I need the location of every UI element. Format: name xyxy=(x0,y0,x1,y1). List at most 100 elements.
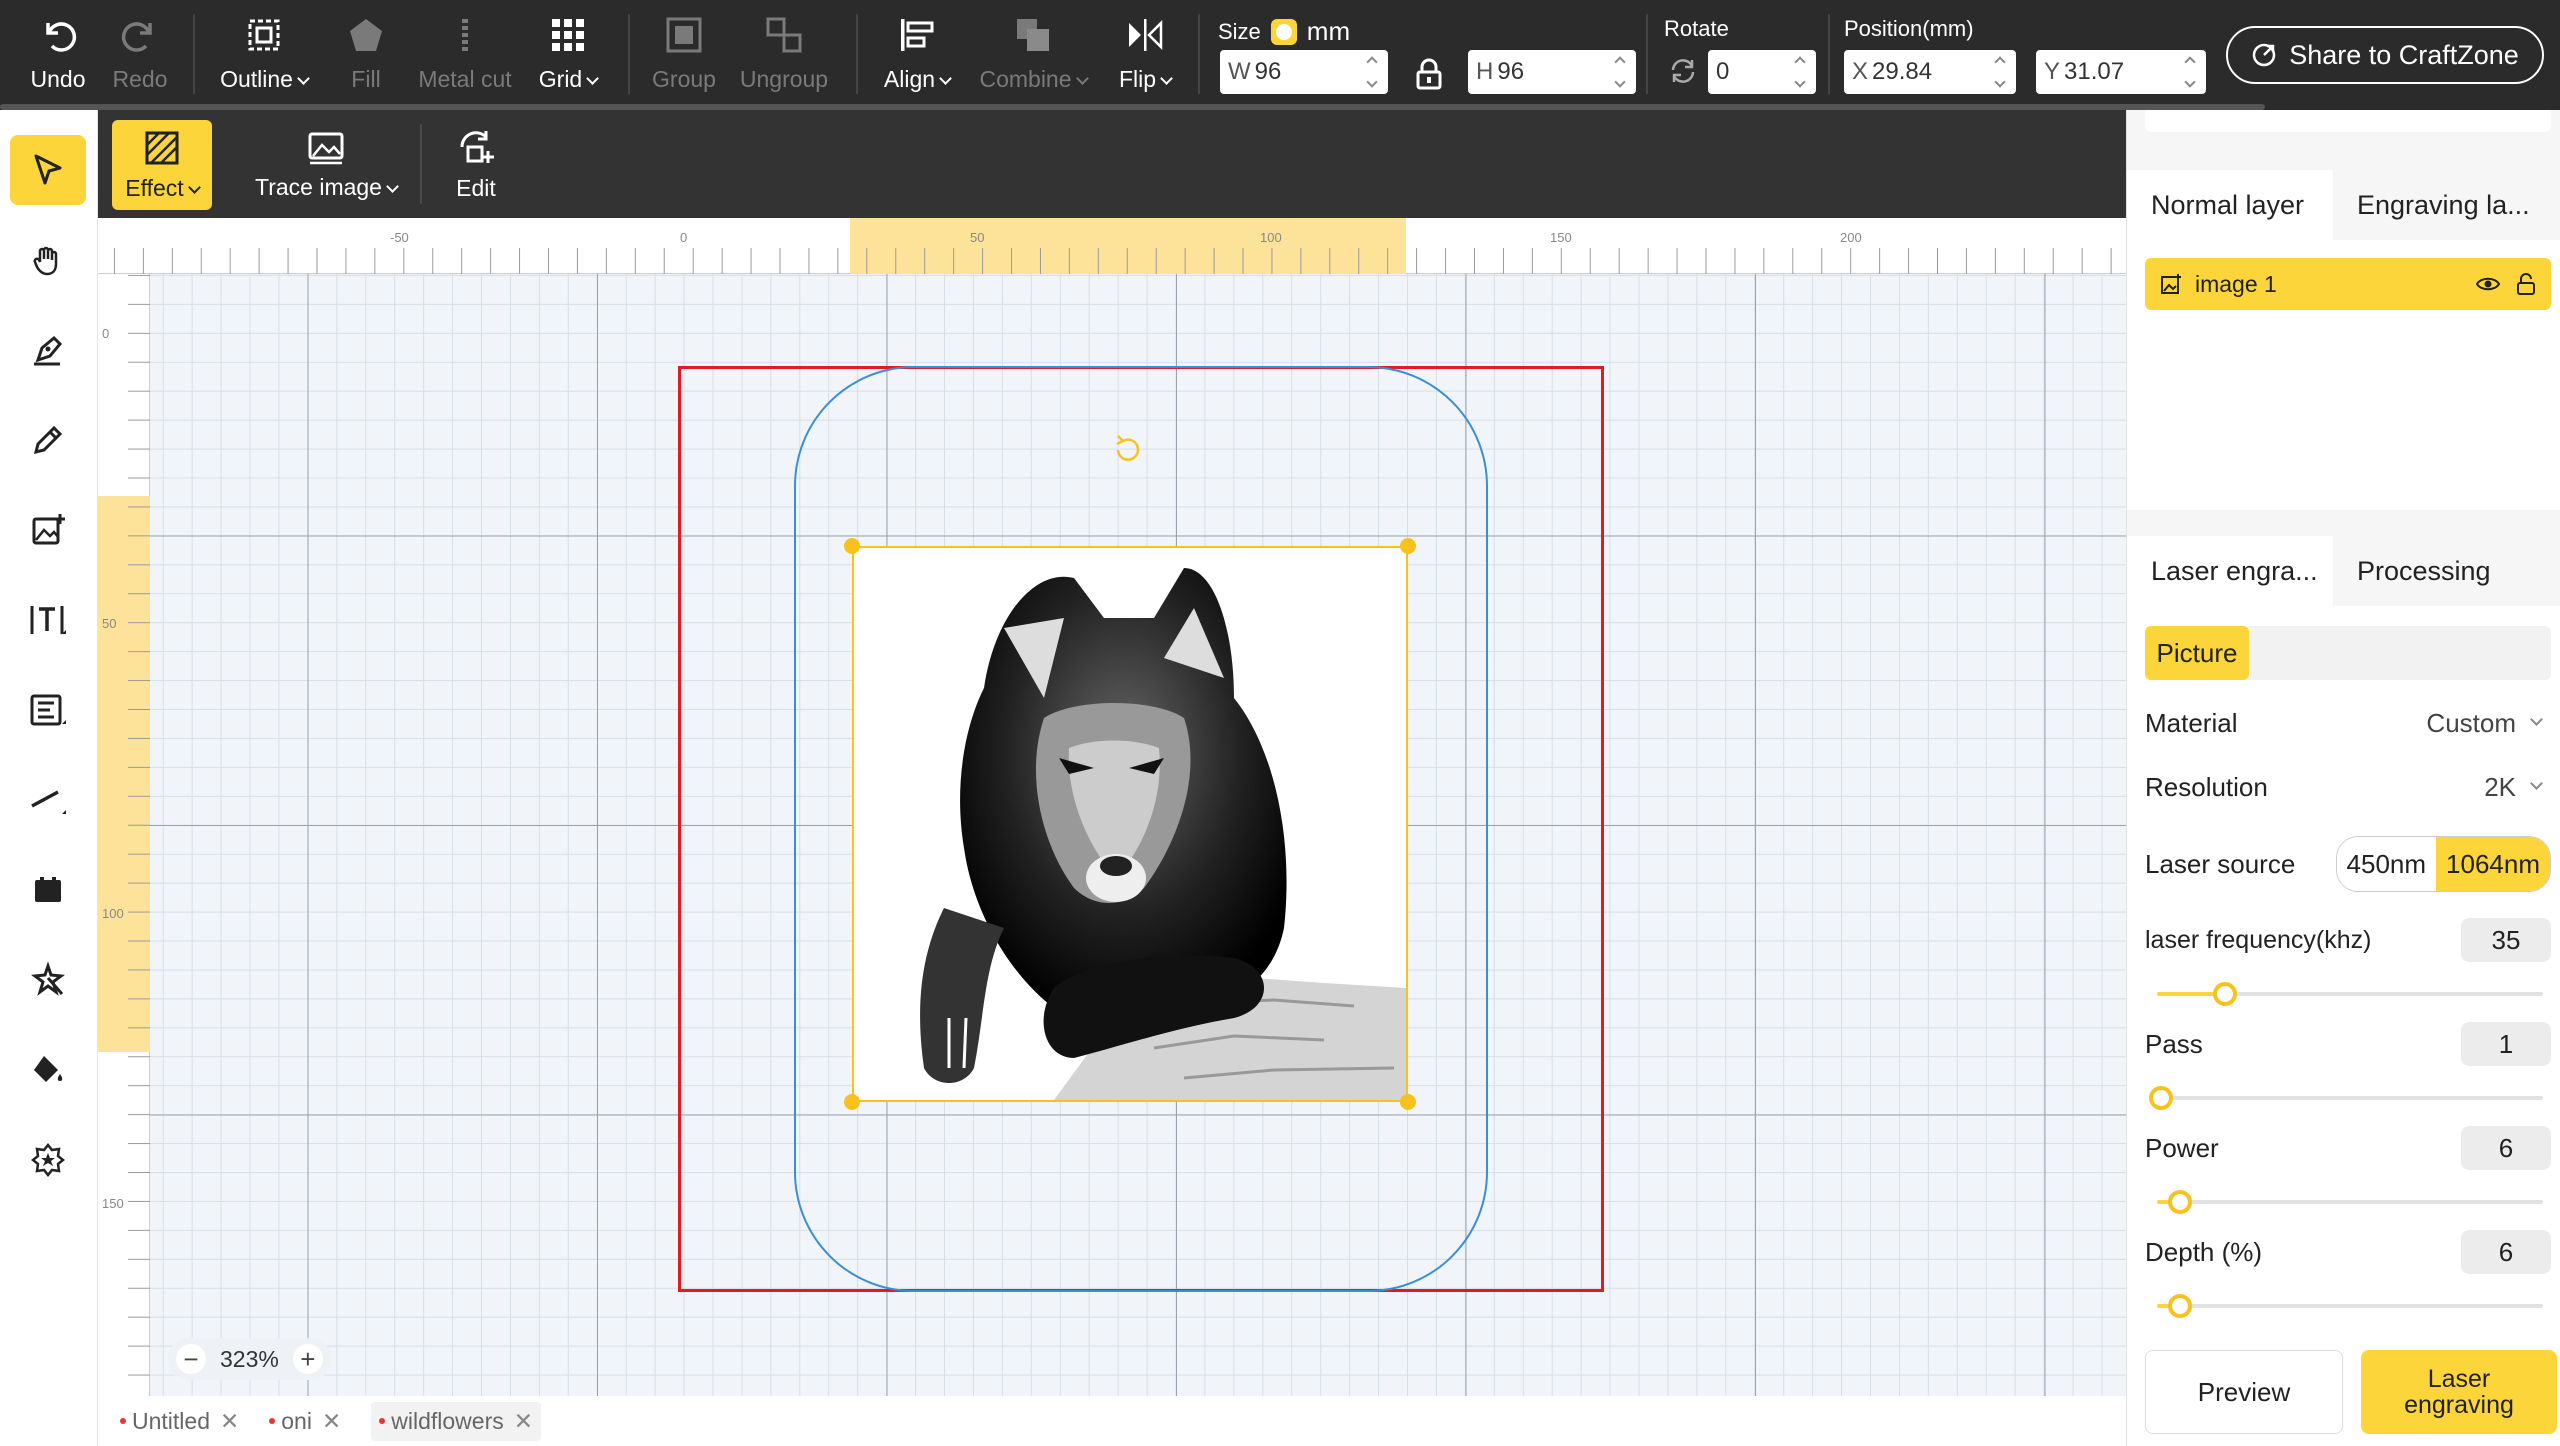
sparkle-wand-icon xyxy=(31,962,65,996)
right-panel-header xyxy=(2145,110,2551,132)
tab-processing[interactable]: Processing xyxy=(2333,536,2560,606)
material-library-tool[interactable] xyxy=(10,855,86,925)
ruler-tick-label: -50 xyxy=(390,230,409,245)
edit-transform-icon xyxy=(460,130,494,163)
pan-tool[interactable] xyxy=(10,225,86,295)
effect-button[interactable]: Effect xyxy=(112,120,212,210)
text-tool[interactable] xyxy=(10,585,86,655)
edit-button[interactable]: Edit xyxy=(436,120,516,210)
slider-knob[interactable] xyxy=(2168,1294,2193,1318)
doc-tab-wildflowers[interactable]: wildflowers ✕ xyxy=(371,1401,542,1441)
depth-slider[interactable] xyxy=(2157,1294,2543,1318)
tab-engraving-layer[interactable]: Engraving la... xyxy=(2333,170,2560,240)
align-button[interactable]: Align xyxy=(876,12,958,100)
share-icon xyxy=(2252,43,2276,67)
vertical-ruler: 0 50 100 150 xyxy=(98,274,150,1396)
redo-icon xyxy=(120,12,160,58)
resolution-select[interactable]: 2K xyxy=(2484,772,2551,803)
close-icon[interactable]: ✕ xyxy=(514,1408,533,1435)
rotate-stepper[interactable] xyxy=(1790,54,1810,90)
depth-input[interactable]: 6 xyxy=(2461,1230,2551,1274)
frequency-slider[interactable] xyxy=(2157,982,2543,1006)
qr-code-tool[interactable] xyxy=(10,675,86,745)
line-icon xyxy=(31,790,66,814)
add-image-tool[interactable] xyxy=(10,495,86,565)
height-stepper[interactable] xyxy=(1610,54,1630,90)
group-icon xyxy=(664,12,704,58)
power-slider[interactable] xyxy=(2157,1190,2543,1214)
tab-normal-layer[interactable]: Normal layer xyxy=(2127,170,2333,240)
frequency-input[interactable]: 35 xyxy=(2461,918,2551,962)
flip-button[interactable]: Flip xyxy=(1114,12,1176,100)
combine-button[interactable]: Combine xyxy=(974,12,1092,100)
metal-cut-icon xyxy=(445,12,485,58)
chevron-down-icon xyxy=(586,72,600,85)
mode-bar: Picture xyxy=(2145,626,2551,680)
laser-engraving-button[interactable]: Laser engraving xyxy=(2361,1350,2557,1434)
layer-item-image-1[interactable]: image 1 xyxy=(2145,258,2551,310)
pass-input[interactable]: 1 xyxy=(2461,1022,2551,1066)
paint-bucket-tool[interactable] xyxy=(10,1035,86,1105)
zoom-in-button[interactable]: + xyxy=(292,1344,323,1374)
doc-tab-oni[interactable]: oni ✕ xyxy=(269,1408,341,1435)
pencil-tool[interactable] xyxy=(10,405,86,475)
slider-knob[interactable] xyxy=(2212,982,2237,1006)
slider-knob[interactable] xyxy=(2168,1190,2193,1214)
select-tool[interactable] xyxy=(10,135,86,205)
resize-handle[interactable] xyxy=(1400,1094,1416,1110)
chevron-down-icon xyxy=(2530,776,2543,790)
laser-source-450nm[interactable]: 450nm xyxy=(2336,837,2437,891)
group-button[interactable]: Group xyxy=(646,12,722,100)
position-x-stepper[interactable] xyxy=(1990,54,2010,90)
toolbar-divider xyxy=(1828,14,1830,94)
laser-source-1064nm[interactable]: 1064nm xyxy=(2436,837,2550,891)
zoom-out-button[interactable]: − xyxy=(176,1344,206,1374)
position-x-input[interactable]: X 29.84 xyxy=(1844,50,2016,94)
material-select[interactable]: Custom xyxy=(2426,708,2551,739)
doc-tab-untitled[interactable]: Untitled ✕ xyxy=(120,1408,239,1435)
resize-handle[interactable] xyxy=(844,1094,860,1110)
grid-button[interactable]: Grid xyxy=(532,12,604,100)
canvas-grid[interactable] xyxy=(150,274,2126,1396)
slider-knob[interactable] xyxy=(2148,1086,2173,1110)
chevron-down-icon xyxy=(1366,76,1378,88)
layer-tabs: Normal layer Engraving la... xyxy=(2127,170,2560,240)
close-icon[interactable]: ✕ xyxy=(220,1408,239,1435)
unlock-icon[interactable] xyxy=(2515,272,2537,296)
trace-image-button[interactable]: Trace image xyxy=(246,120,406,210)
line-tool[interactable] xyxy=(10,765,86,835)
width-stepper[interactable] xyxy=(1362,54,1382,90)
selected-image-box[interactable] xyxy=(852,546,1408,1102)
close-icon[interactable]: ✕ xyxy=(322,1408,341,1435)
preview-button[interactable]: Preview xyxy=(2145,1350,2343,1434)
outline-button[interactable]: Outline xyxy=(212,12,316,100)
height-input[interactable]: H 96 xyxy=(1468,50,1636,94)
metal-cut-button[interactable]: Metal cut xyxy=(412,12,518,100)
design-canvas[interactable]: -50 0 50 100 150 200 0 50 100 150 − 323%… xyxy=(98,218,2126,1396)
pass-slider[interactable] xyxy=(2148,1086,2543,1110)
ai-create-tool[interactable] xyxy=(10,1125,86,1195)
position-y-stepper[interactable] xyxy=(2180,54,2200,90)
rotate-handle[interactable] xyxy=(1110,432,1146,473)
lock-aspect-button[interactable] xyxy=(1414,58,1444,95)
laser-source-row: Laser source 450nm 1064nm xyxy=(2145,834,2551,894)
toolbar-divider xyxy=(1198,14,1200,94)
resize-handle[interactable] xyxy=(844,538,860,554)
redo-button[interactable]: Redo xyxy=(100,12,180,100)
mode-picture-button[interactable]: Picture xyxy=(2145,626,2249,680)
power-input[interactable]: 6 xyxy=(2461,1126,2551,1170)
share-to-craftzone-button[interactable]: Share to CraftZone xyxy=(2226,26,2544,84)
fill-button[interactable]: Fill xyxy=(336,12,396,100)
resize-handle[interactable] xyxy=(1400,538,1416,554)
undo-button[interactable]: Undo xyxy=(16,12,100,100)
pen-tool[interactable] xyxy=(10,315,86,385)
text-icon xyxy=(30,606,66,634)
tab-laser-engraving[interactable]: Laser engra... xyxy=(2127,536,2333,606)
position-y-input[interactable]: Y 31.07 xyxy=(2036,50,2206,94)
width-input[interactable]: W 96 xyxy=(1220,50,1388,94)
eye-icon[interactable] xyxy=(2475,274,2501,294)
magic-tool[interactable] xyxy=(10,945,86,1015)
unit-toggle[interactable] xyxy=(1270,18,1297,45)
rotate-input[interactable]: 0 xyxy=(1708,50,1816,94)
ungroup-button[interactable]: Ungroup xyxy=(736,12,832,100)
